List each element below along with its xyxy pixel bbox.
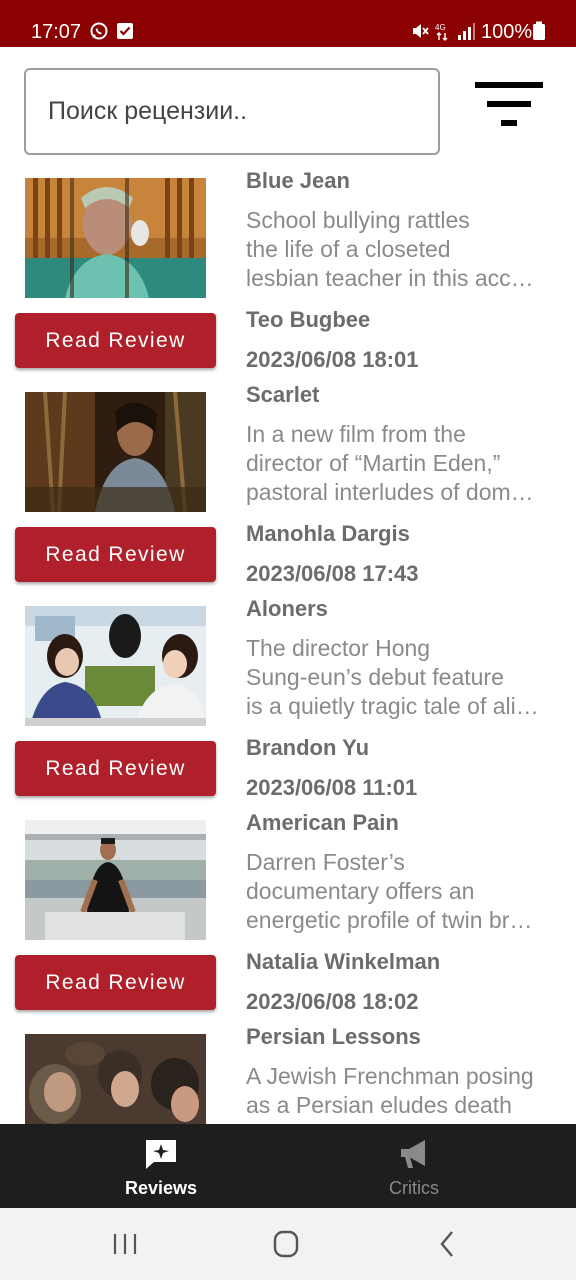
review-item: Read Review American Pain Darren Foster’… <box>0 800 576 1014</box>
review-title: Aloners <box>246 596 328 621</box>
bottom-navigation: Reviews Critics <box>0 1124 576 1208</box>
review-thumbnail[interactable] <box>25 392 206 512</box>
review-date: 2023/06/08 18:01 <box>246 347 419 372</box>
review-thumbnail[interactable] <box>25 1034 206 1124</box>
back-icon[interactable] <box>428 1228 468 1260</box>
review-author: Natalia Winkelman <box>246 949 441 974</box>
read-review-button[interactable]: Read Review <box>15 313 216 368</box>
review-description: A Jewish Frenchman posing as a Persian e… <box>246 1063 534 1118</box>
signal-icon <box>458 23 475 40</box>
review-thumbnail[interactable] <box>25 606 206 726</box>
tab-reviews-label: Reviews <box>124 1178 198 1198</box>
system-navigation-bar <box>0 1208 576 1280</box>
review-date: 2023/06/08 11:01 <box>246 775 418 800</box>
review-item: Persian Lessons A Jewish Frenchman posin… <box>0 1014 576 1124</box>
review-description: The director Hong Sung-eun’s debut featu… <box>246 635 539 719</box>
review-author: Teo Bugbee <box>246 307 371 332</box>
tab-reviews[interactable]: Reviews <box>17 1124 305 1208</box>
review-thumbnail[interactable] <box>25 178 206 298</box>
home-icon[interactable] <box>266 1228 306 1260</box>
read-review-button[interactable]: Read Review <box>15 955 216 1010</box>
review-title: Scarlet <box>246 382 320 407</box>
review-date: 2023/06/08 18:02 <box>246 989 419 1014</box>
review-description: School bullying rattles the life of a cl… <box>246 207 534 291</box>
recents-icon[interactable] <box>105 1228 145 1260</box>
svg-text:4G: 4G <box>435 23 446 32</box>
whatsapp-icon <box>90 22 108 40</box>
megaphone-icon <box>401 1140 425 1168</box>
filter-button[interactable] <box>470 78 548 132</box>
review-description: In a new film from the director of “Mart… <box>246 421 534 505</box>
review-author: Manohla Dargis <box>246 521 410 546</box>
review-item: Read Review Aloners The director Hong Su… <box>0 586 576 800</box>
search-input[interactable] <box>48 70 428 153</box>
4g-data-icon: 4G <box>435 23 448 41</box>
review-description: Darren Foster’s documentary offers an en… <box>246 849 533 933</box>
read-review-button[interactable]: Read Review <box>15 527 216 582</box>
review-item: Read Review Scarlet In a new film from t… <box>0 372 576 586</box>
reviews-icon <box>146 1140 176 1169</box>
review-thumbnail[interactable] <box>25 820 206 940</box>
review-item: Read Review Blue Jean School bullying ra… <box>0 158 576 372</box>
status-time: 17:07 <box>31 21 82 43</box>
read-review-button[interactable]: Read Review <box>15 741 216 796</box>
screen: 17:07 4G 100% Поиск рецензии.. Read Revi… <box>0 0 576 1280</box>
status-bar: 17:07 4G 100% <box>0 0 576 47</box>
checkbox-notification-icon <box>117 23 133 39</box>
battery-percentage: 100% <box>481 21 533 43</box>
review-author: Brandon Yu <box>246 735 370 760</box>
battery-icon <box>533 21 545 40</box>
tab-critics[interactable]: Critics <box>270 1124 558 1208</box>
mute-icon <box>413 24 429 38</box>
review-title: Blue Jean <box>246 168 350 193</box>
review-date: 2023/06/08 17:43 <box>246 561 419 586</box>
review-title: American Pain <box>246 810 399 835</box>
review-title: Persian Lessons <box>246 1024 421 1049</box>
review-list[interactable]: Read Review Blue Jean School bullying ra… <box>0 158 576 1124</box>
search-box[interactable] <box>24 68 440 155</box>
tab-critics-label: Critics <box>389 1178 439 1198</box>
